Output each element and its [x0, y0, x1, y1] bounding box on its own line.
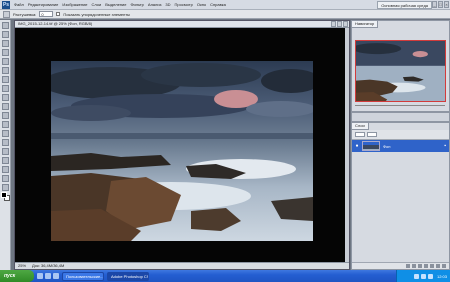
system-tray: 12:03 — [396, 270, 450, 282]
new-layer-icon[interactable] — [436, 264, 440, 268]
navigator-panel: Навигатор — [351, 20, 450, 112]
type-tool-icon[interactable] — [1, 148, 9, 155]
trash-icon[interactable] — [442, 264, 446, 268]
clock[interactable]: 12:03 — [437, 274, 447, 279]
menu-3d[interactable]: 3D — [163, 2, 172, 7]
network-icon[interactable] — [420, 273, 426, 279]
history-brush-tool-icon[interactable] — [1, 103, 9, 110]
document-title: IMG_2015-12-14.tif @ 25% (Фон, RGB/8) — [18, 21, 93, 26]
show-elements-label: Показать упорядоченные элементы — [63, 11, 131, 17]
collapsed-panel-bar[interactable] — [351, 112, 450, 122]
menu-bar: Ps Файл Редактирование Изображение Слои … — [0, 0, 450, 10]
document-size: Док: 36,4M/36,4M — [32, 263, 65, 268]
hand-tool-icon[interactable] — [1, 175, 9, 182]
layer-style-icon[interactable] — [412, 264, 416, 268]
document-window: IMG_2015-12-14.tif @ 25% (Фон, RGB/8) 25… — [14, 20, 350, 270]
clone-stamp-tool-icon[interactable] — [1, 94, 9, 101]
quick-launch — [37, 273, 59, 279]
move-tool-icon[interactable] — [1, 22, 9, 29]
document-canvas[interactable] — [15, 28, 349, 264]
browser-icon[interactable] — [45, 273, 51, 279]
options-bar: Растушевка: 0 пикс Показать упорядоченны… — [0, 10, 450, 22]
close-button[interactable]: × — [444, 1, 449, 8]
menu-layers[interactable]: Слои — [90, 2, 104, 7]
navigator-preview[interactable] — [355, 40, 446, 102]
eye-icon[interactable]: ● — [354, 143, 360, 149]
seascape-photo — [51, 61, 313, 241]
zoom-tool-icon[interactable] — [1, 184, 9, 191]
media-icon[interactable] — [53, 273, 59, 279]
crop-tool-icon[interactable] — [1, 58, 9, 65]
layers-bottom-toolbar — [352, 262, 449, 269]
zoom-level[interactable]: 25% — [18, 263, 26, 269]
foreground-color-swatch[interactable] — [1, 192, 7, 198]
document-minimize-button[interactable] — [331, 21, 336, 27]
language-icon[interactable] — [413, 273, 419, 279]
document-status-bar: 25% Док: 36,4M/36,4M — [15, 262, 349, 269]
tab-layers[interactable]: Слои — [352, 123, 369, 130]
path-select-tool-icon[interactable] — [1, 157, 9, 164]
quick-select-tool-icon[interactable] — [1, 49, 9, 56]
menu-file[interactable]: Файл — [12, 2, 26, 7]
link-layers-icon[interactable] — [406, 264, 410, 268]
healing-brush-tool-icon[interactable] — [1, 76, 9, 83]
menu-filter[interactable]: Фильтр — [128, 2, 145, 7]
windows-taskbar: пуск Пользовательские... Adobe Photoshop… — [0, 270, 450, 282]
photoshop-logo: Ps — [2, 0, 10, 9]
eraser-tool-icon[interactable] — [1, 112, 9, 119]
menu-analysis[interactable]: Анализ — [146, 2, 164, 7]
window-controls: _ □ × — [432, 1, 449, 8]
minimize-button[interactable]: _ — [432, 1, 437, 8]
navigator-zoom-slider[interactable] — [355, 105, 445, 109]
brush-tool-icon[interactable] — [1, 85, 9, 92]
opacity-field[interactable] — [367, 132, 377, 137]
layer-row[interactable]: ● Фон ▪ — [352, 140, 449, 152]
eyedropper-tool-icon[interactable] — [1, 67, 9, 74]
shape-tool-icon[interactable] — [1, 166, 9, 173]
menu-edit[interactable]: Редактирование — [26, 2, 60, 7]
current-tool-icon[interactable] — [3, 10, 10, 18]
new-group-icon[interactable] — [430, 264, 434, 268]
gradient-tool-icon[interactable] — [1, 121, 9, 128]
layer-thumbnail-image — [363, 145, 379, 150]
feather-label: Растушевка: — [13, 11, 37, 17]
seascape-image — [51, 61, 313, 241]
tab-navigator[interactable]: Навигатор — [352, 21, 379, 28]
menu-help[interactable]: Справка — [208, 2, 228, 7]
menu-select[interactable]: Выделение — [103, 2, 128, 7]
adjustment-layer-icon[interactable] — [424, 264, 428, 268]
layers-toolbar — [352, 130, 449, 140]
marquee-tool-icon[interactable] — [1, 31, 9, 38]
pen-tool-icon[interactable] — [1, 139, 9, 146]
blend-mode-select[interactable] — [355, 132, 365, 137]
menu-image[interactable]: Изображение — [60, 2, 89, 7]
document-window-controls — [331, 21, 348, 27]
document-tab[interactable]: IMG_2015-12-14.tif @ 25% (Фон, RGB/8) — [15, 21, 349, 28]
show-elements-checkbox[interactable] — [56, 12, 61, 16]
show-desktop-icon[interactable] — [37, 273, 43, 279]
layers-panel: Слои ● Фон ▪ — [351, 122, 450, 270]
layer-name: Фон — [383, 143, 391, 149]
lock-icon: ▪ — [444, 143, 446, 149]
feather-input[interactable]: 0 пикс — [39, 11, 54, 22]
layer-mask-icon[interactable] — [418, 264, 422, 268]
photoshop-window: Ps Файл Редактирование Изображение Слои … — [0, 0, 450, 282]
document-maximize-button[interactable] — [337, 21, 342, 27]
start-button[interactable]: пуск — [0, 270, 34, 282]
menu-window[interactable]: Окно — [195, 2, 208, 7]
document-scrollbar[interactable] — [345, 28, 349, 264]
document-close-button[interactable] — [343, 21, 348, 27]
lasso-tool-icon[interactable] — [1, 40, 9, 47]
workspace-button[interactable]: Основная рабочая среда — [377, 1, 432, 9]
taskbar-item-photoshop[interactable]: Adobe Photoshop CS... — [107, 271, 149, 281]
taskbar-item-folder[interactable]: Пользовательские... — [62, 271, 104, 281]
maximize-button[interactable]: □ — [438, 1, 443, 8]
layer-thumbnail — [362, 141, 380, 151]
dodge-tool-icon[interactable] — [1, 130, 9, 137]
navigator-thumbnail-image — [356, 41, 445, 101]
toolbox — [0, 20, 11, 270]
volume-icon[interactable] — [427, 273, 433, 279]
menu-view[interactable]: Просмотр — [173, 2, 195, 7]
